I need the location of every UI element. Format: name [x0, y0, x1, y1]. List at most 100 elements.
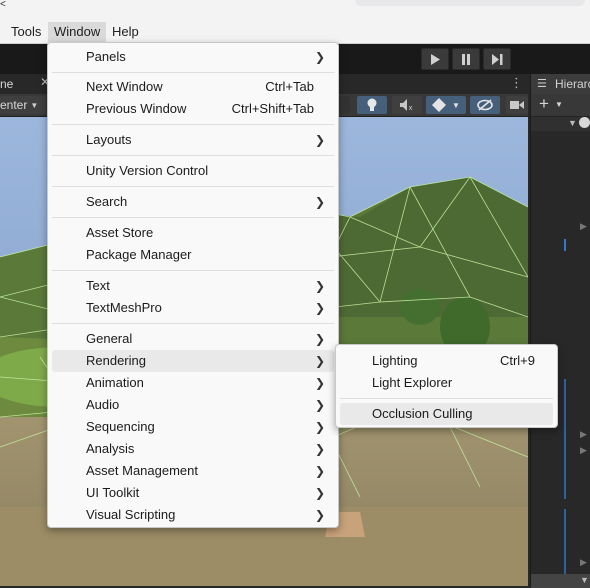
menu-item-label: Search [86, 194, 128, 209]
corner-glyph: ˂ [0, 0, 6, 10]
window-menu-dropdown: Panels ❯ Next Window Ctrl+Tab Previous W… [47, 42, 339, 528]
menu-item-text[interactable]: Text ❯ [52, 275, 334, 297]
submenu-item-lighting[interactable]: Lighting Ctrl+9 [340, 350, 553, 372]
play-icon [431, 53, 440, 65]
chevron-down-icon[interactable]: ▼ [555, 100, 563, 109]
menu-item-sequencing[interactable]: Sequencing ❯ [52, 416, 334, 438]
menu-item-package-manager[interactable]: Package Manager [52, 244, 334, 266]
mute-icon: x [400, 99, 413, 111]
menu-item-label: Previous Window [86, 101, 187, 116]
rendering-submenu: Lighting Ctrl+9 Light Explorer Occlusion… [335, 344, 558, 428]
menu-item-label: UI Toolkit [86, 485, 140, 500]
menu-tools[interactable]: Tools [5, 22, 47, 42]
menu-window[interactable]: Window [48, 22, 107, 42]
menu-item-label: Lighting [372, 353, 418, 368]
add-icon[interactable]: + [539, 95, 549, 113]
lighting-toggle[interactable] [357, 96, 387, 114]
pivot-dropdown[interactable]: enter ▼ [0, 96, 46, 114]
pause-icon [462, 53, 470, 65]
kebab-menu-icon[interactable]: ⋮ [510, 75, 523, 91]
list-icon: ☰ [537, 78, 547, 90]
expand-arrow[interactable]: ▶ [580, 221, 587, 232]
expand-arrow[interactable]: ▶ [580, 557, 587, 568]
menu-item-panels[interactable]: Panels ❯ [52, 46, 334, 68]
camera-icon [510, 101, 524, 109]
menu-item-shortcut: Ctrl+Tab [265, 79, 314, 94]
menu-item-audio[interactable]: Audio ❯ [52, 394, 334, 416]
pause-button[interactable] [452, 48, 480, 70]
menu-item-label: Panels [86, 49, 126, 64]
chevron-down-icon: ▼ [30, 100, 39, 110]
hierarchy-toolbar: + ▼ [531, 94, 590, 117]
chevron-right-icon: ❯ [314, 354, 325, 368]
gizmo-toggle[interactable] [338, 96, 350, 114]
effects-dropdown[interactable]: ▼ [426, 96, 466, 114]
menu-item-animation[interactable]: Animation ❯ [52, 372, 334, 394]
menu-item-textmeshpro[interactable]: TextMeshPro ❯ [52, 297, 334, 319]
menu-separator [52, 186, 334, 187]
submenu-item-occlusion-culling[interactable]: Occlusion Culling [340, 403, 553, 425]
menu-item-next-window[interactable]: Next Window Ctrl+Tab [52, 76, 334, 98]
title-search-pill [355, 0, 585, 6]
lightbulb-icon [367, 98, 377, 111]
chevron-right-icon: ❯ [314, 398, 325, 412]
menu-item-label: Text [86, 278, 110, 293]
menu-item-unity-version-control[interactable]: Unity Version Control [52, 160, 334, 182]
menu-item-label: General [86, 331, 133, 346]
menu-item-shortcut: Ctrl+Shift+Tab [231, 101, 314, 116]
menu-item-rendering[interactable]: Rendering ❯ [52, 350, 334, 372]
menu-item-label: Asset Store [86, 225, 154, 240]
menu-item-asset-management[interactable]: Asset Management ❯ [52, 460, 334, 482]
expand-arrow[interactable]: ▶ [580, 445, 587, 456]
hierarchy-tab-label: Hierarc [555, 77, 590, 91]
step-icon [491, 53, 502, 65]
hierarchy-panel: ☰ Hierarc + ▼ ▼ ▶ ▶ ▶ ▶ ▼ [530, 74, 590, 588]
chevron-right-icon: ❯ [314, 442, 325, 456]
play-button[interactable] [421, 48, 449, 70]
menu-item-general[interactable]: General ❯ [52, 328, 334, 350]
menu-separator [52, 217, 334, 218]
menu-item-label: Sequencing [86, 419, 155, 434]
menu-item-label: Animation [86, 375, 144, 390]
chevron-right-icon: ❯ [314, 195, 325, 209]
menu-item-label: Unity Version Control [86, 163, 209, 178]
menu-item-label: Occlusion Culling [372, 406, 473, 421]
svg-text:x: x [409, 104, 413, 111]
menu-help[interactable]: Help [106, 22, 145, 42]
menu-item-label: Package Manager [86, 247, 192, 262]
menu-item-analysis[interactable]: Analysis ❯ [52, 438, 334, 460]
menu-item-label: Light Explorer [372, 375, 453, 390]
effects-icon [432, 98, 447, 112]
scene-visibility-toggle[interactable] [470, 96, 500, 114]
selection-marker [564, 379, 566, 499]
scene-tab-label[interactable]: ne [0, 77, 13, 91]
pivot-label: enter [0, 98, 28, 112]
menu-separator [52, 124, 334, 125]
unity-logo-icon [579, 117, 590, 128]
hierarchy-tab[interactable]: ☰ Hierarc [531, 74, 590, 94]
menu-item-label: Audio [86, 397, 120, 412]
menu-item-visual-scripting[interactable]: Visual Scripting ❯ [52, 504, 334, 526]
menu-item-label: Asset Management [86, 463, 199, 478]
chevron-down-icon: ▼ [452, 100, 460, 110]
submenu-item-light-explorer[interactable]: Light Explorer [340, 372, 553, 394]
menu-separator [52, 323, 334, 324]
menu-item-shortcut: Ctrl+9 [499, 353, 535, 368]
camera-dropdown[interactable] [506, 96, 528, 114]
selection-marker [564, 239, 566, 251]
audio-toggle[interactable]: x [392, 96, 422, 114]
menu-separator [52, 155, 334, 156]
hidden-eye-icon [477, 99, 493, 111]
menu-item-ui-toolkit[interactable]: UI Toolkit ❯ [52, 482, 334, 504]
list-item[interactable]: ▼ [531, 117, 590, 131]
chevron-right-icon: ❯ [314, 420, 325, 434]
title-strip: ˂ [0, 0, 590, 22]
menu-item-search[interactable]: Search ❯ [52, 191, 334, 213]
menu-item-layouts[interactable]: Layouts ❯ [52, 129, 334, 151]
menu-item-label: Analysis [86, 441, 135, 456]
chevron-down-icon: ▼ [580, 575, 589, 585]
step-button[interactable] [483, 48, 511, 70]
menu-item-asset-store[interactable]: Asset Store [52, 222, 334, 244]
menu-item-previous-window[interactable]: Previous Window Ctrl+Shift+Tab [52, 98, 334, 120]
expand-arrow[interactable]: ▶ [580, 429, 587, 440]
